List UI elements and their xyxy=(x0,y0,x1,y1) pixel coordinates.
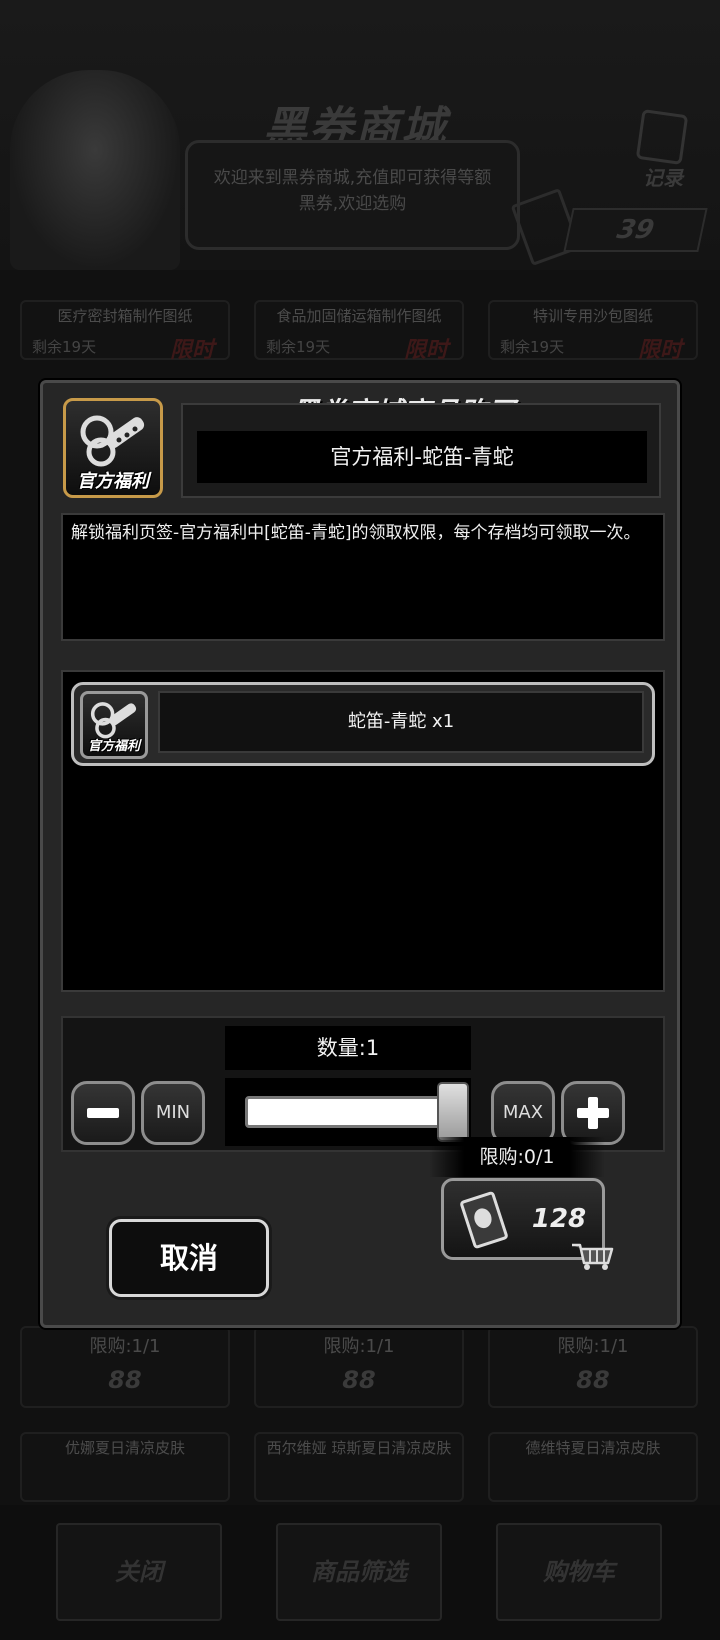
card-price: 88 xyxy=(576,1366,610,1394)
cart-button[interactable]: 购物车 xyxy=(496,1523,662,1621)
shop-card[interactable]: 医疗密封箱制作图纸 剩余19天 限时 xyxy=(20,300,230,363)
reward-icon-label: 官方福利 xyxy=(87,739,140,754)
slider-handle[interactable] xyxy=(437,1082,469,1142)
limited-tag: 限时 xyxy=(403,338,448,363)
card-days: 剩余19天 xyxy=(500,338,565,356)
quantity-panel: 数量:1 MIN MAX xyxy=(61,1016,665,1152)
buy-button[interactable]: 128 xyxy=(441,1178,614,1270)
quantity-slider[interactable] xyxy=(225,1078,471,1146)
item-icon-label: 官方福利 xyxy=(77,471,149,492)
card-title: 医疗密封箱制作图纸 xyxy=(57,307,193,325)
shop-card[interactable]: 优娜夏日清凉皮肤 xyxy=(20,1432,230,1502)
shop-card[interactable]: 特训专用沙包图纸 剩余19天 限时 xyxy=(488,300,698,363)
clipboard-icon xyxy=(635,109,689,165)
min-button[interactable]: MIN xyxy=(141,1081,205,1145)
shop-card[interactable]: 限购:1/1 88 xyxy=(488,1326,698,1408)
quantity-label: 数量:1 xyxy=(225,1026,471,1070)
card-limit: 限购:1/1 xyxy=(89,1336,161,1357)
card-title: 特训专用沙包图纸 xyxy=(532,307,653,325)
card-limit: 限购:1/1 xyxy=(557,1336,629,1357)
reward-item[interactable]: 官方福利 蛇笛-青蛇 x1 xyxy=(71,682,655,766)
limited-tag: 限时 xyxy=(637,338,682,363)
ticket-balance: 39 xyxy=(563,208,708,252)
reward-icon: 官方福利 xyxy=(80,691,148,759)
shop-card[interactable]: 食品加固储运箱制作图纸 剩余19天 限时 xyxy=(254,300,464,363)
max-button[interactable]: MAX xyxy=(491,1081,555,1145)
purchase-dialog: 黑券商城商品购买 官方福利 官方福利-蛇笛-青蛇 解锁福利页签-官方福利中[蛇笛… xyxy=(40,380,680,1328)
black-ticket-icon xyxy=(459,1190,509,1250)
cancel-button[interactable]: 取消 xyxy=(109,1219,269,1297)
record-button[interactable]: 记录 xyxy=(625,109,695,190)
limited-tag: 限时 xyxy=(169,338,214,363)
card-title: 食品加固储运箱制作图纸 xyxy=(276,307,442,325)
card-days: 剩余19天 xyxy=(32,338,97,356)
snake-flute-icon xyxy=(80,415,145,467)
welcome-bubble: 欢迎来到黑券商城,充值即可获得等额黑券,欢迎选购 xyxy=(185,140,520,250)
record-label: 记录 xyxy=(643,166,683,190)
item-name: 官方福利-蛇笛-青蛇 xyxy=(197,431,647,483)
reward-name: 蛇笛-青蛇 x1 xyxy=(158,691,644,753)
card-title: 德维特夏日清凉皮肤 xyxy=(525,1439,661,1457)
card-price: 88 xyxy=(342,1366,376,1394)
item-description: 解锁福利页签-官方福利中[蛇笛-青蛇]的领取权限，每个存档均可领取一次。 xyxy=(61,513,665,641)
shop-card[interactable]: 限购:1/1 88 xyxy=(254,1326,464,1408)
card-title: 优娜夏日清凉皮肤 xyxy=(64,1439,185,1457)
card-price: 88 xyxy=(108,1366,142,1394)
filter-button[interactable]: 商品筛选 xyxy=(276,1523,442,1621)
purchase-limit: 限购:0/1 xyxy=(429,1137,605,1177)
shop-card[interactable]: 西尔维娅 琼斯夏日清凉皮肤 xyxy=(254,1432,464,1502)
increase-button[interactable] xyxy=(561,1081,625,1145)
cart-icon xyxy=(572,1243,614,1270)
close-button[interactable]: 关闭 xyxy=(56,1523,222,1621)
card-days: 剩余19天 xyxy=(266,338,331,356)
npc-portrait xyxy=(10,70,180,270)
item-name-frame: 官方福利-蛇笛-青蛇 xyxy=(181,403,661,498)
item-icon: 官方福利 xyxy=(63,398,163,498)
card-title: 西尔维娅 琼斯夏日清凉皮肤 xyxy=(266,1439,452,1457)
card-limit: 限购:1/1 xyxy=(323,1336,395,1357)
slider-track[interactable] xyxy=(245,1096,441,1128)
reward-list: 官方福利 蛇笛-青蛇 x1 xyxy=(61,670,665,992)
decrease-button[interactable] xyxy=(71,1081,135,1145)
shop-card[interactable]: 德维特夏日清凉皮肤 xyxy=(488,1432,698,1502)
shop-card[interactable]: 限购:1/1 88 xyxy=(20,1326,230,1408)
